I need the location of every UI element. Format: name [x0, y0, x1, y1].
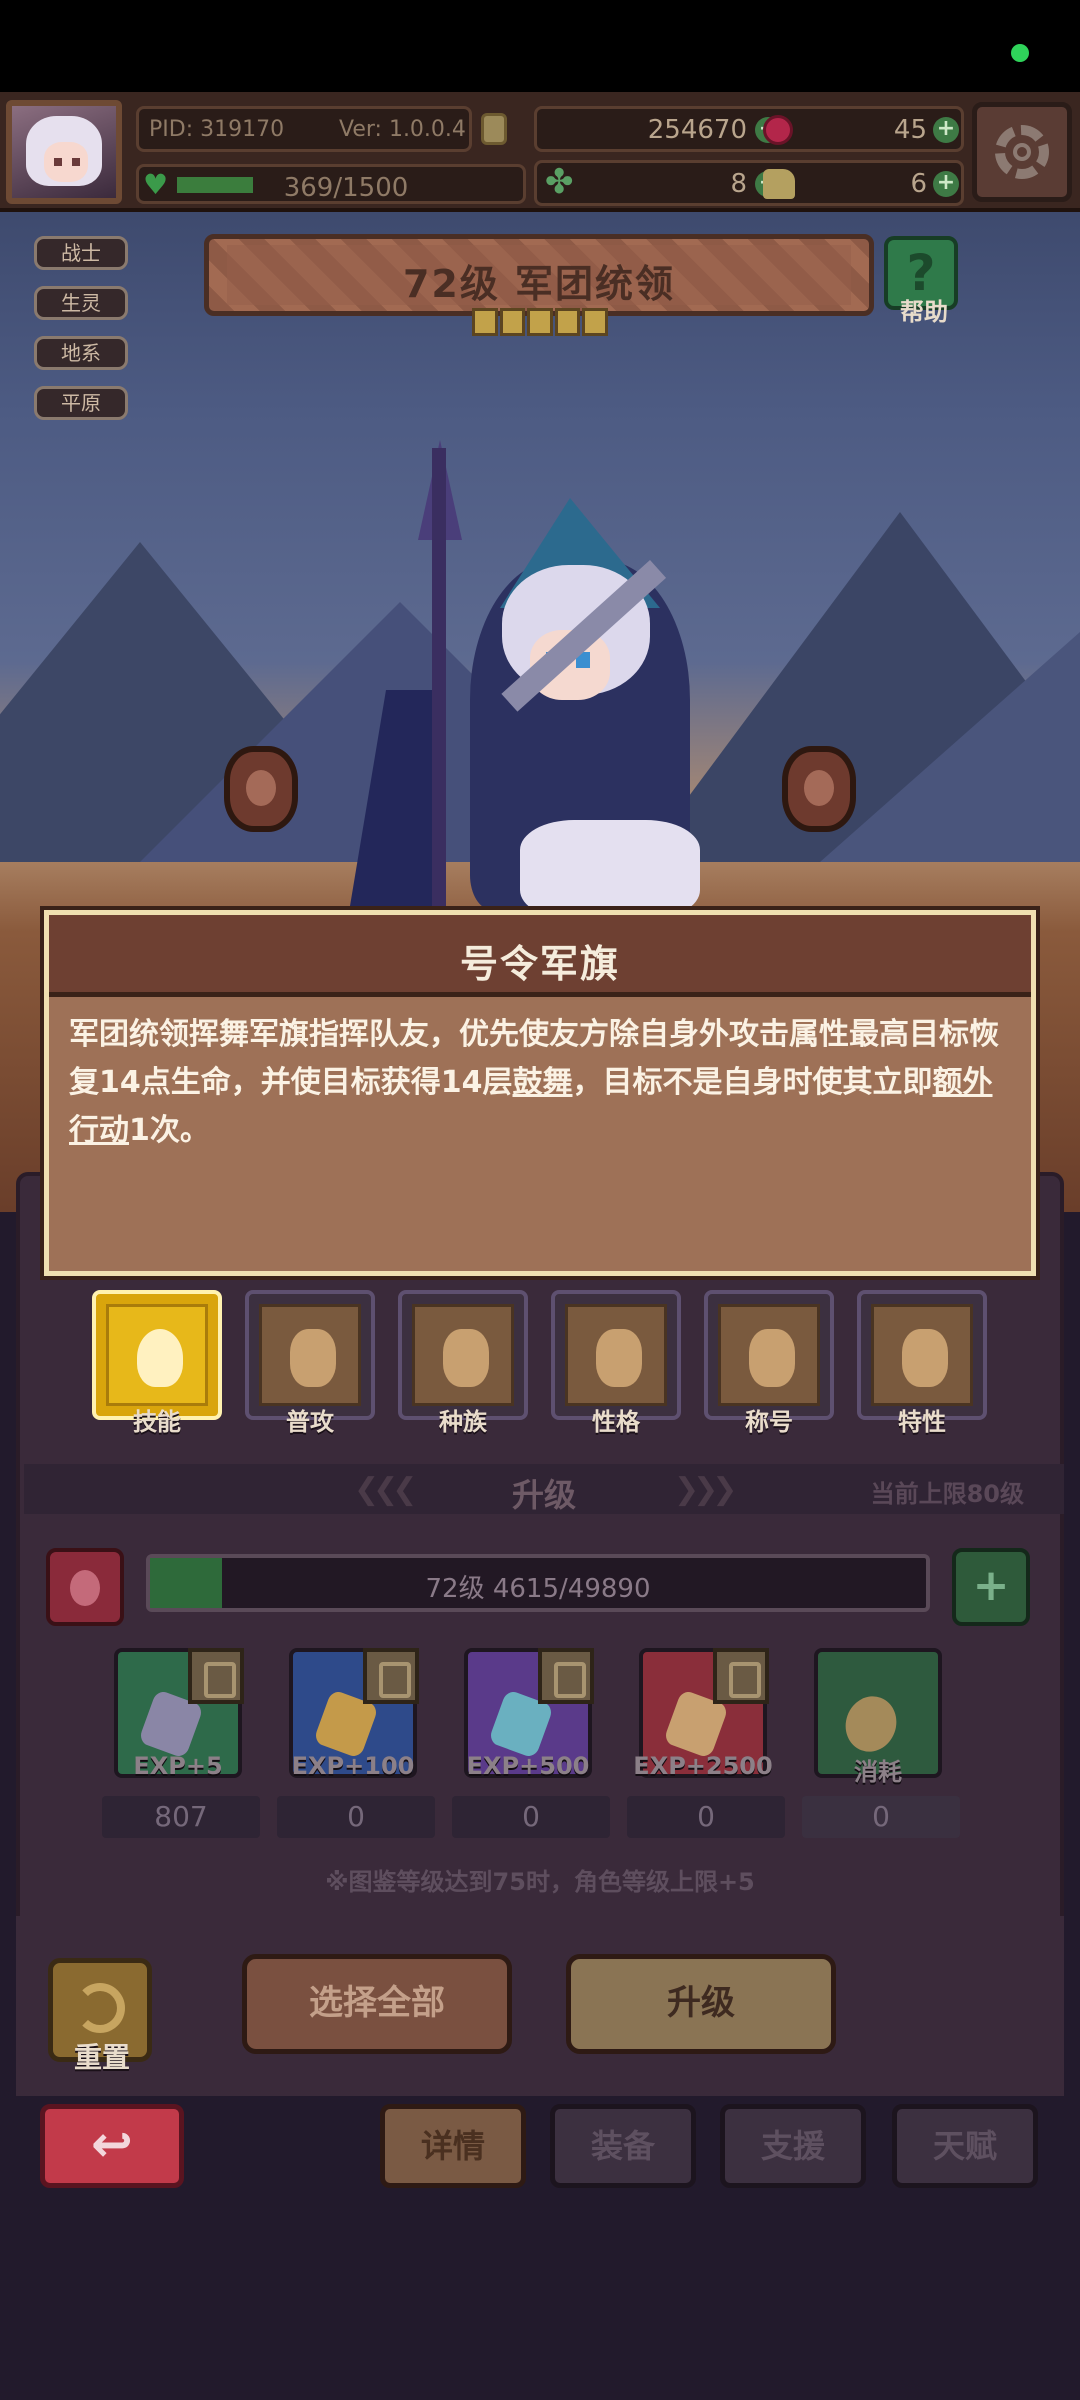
upgrade-section-header: ❮❮❮ 升级 ❯❯❯ 当前上限80级 — [24, 1464, 1064, 1514]
character-mount — [520, 820, 700, 920]
skill-desc-text: 1次。 — [129, 1113, 210, 1148]
sword-icon — [290, 1329, 336, 1387]
star-icon — [527, 308, 553, 336]
pid-text: PID: 319170 — [149, 117, 285, 142]
tab-trait[interactable]: 特性 — [857, 1290, 987, 1436]
reset-label: 重置 — [73, 2041, 130, 2074]
nav-equipment[interactable]: 装备 — [550, 2104, 696, 2188]
currency-panel-bottom: ✤ 8 + 6 + — [534, 160, 964, 206]
refresh-icon — [75, 1983, 125, 2033]
select-all-button[interactable]: 选择全部 — [242, 1954, 512, 2054]
hand-token-amount: 6 — [910, 169, 927, 199]
tab-title[interactable]: 称号 — [704, 1290, 834, 1436]
skill-popup: 号令军旗 军团统领挥舞军旗指挥队友，优先使友方除自身外攻击属性最高目标恢复14点… — [44, 910, 1036, 1276]
nav-talent[interactable]: 天赋 — [892, 2104, 1038, 2188]
upgrade-button[interactable]: 升级 — [566, 1954, 836, 2054]
item-count: 0 — [452, 1796, 610, 1838]
add-hand-token-icon[interactable]: + — [933, 171, 959, 197]
version-text: Ver: 1.0.0.4 — [339, 117, 466, 142]
add-gem-icon[interactable]: + — [933, 117, 959, 143]
decrease-exp-button[interactable] — [46, 1548, 124, 1626]
level-cap-text: 当前上限80级 — [870, 1480, 1024, 1508]
back-button[interactable]: ↩ — [40, 2104, 184, 2188]
star-icon — [554, 308, 581, 336]
clover-icon: ✤ — [545, 162, 574, 202]
star-icon — [499, 308, 526, 336]
hand-token-icon — [763, 169, 795, 199]
nav-details[interactable]: 详情 — [380, 2104, 526, 2188]
tab-label: 种族 — [439, 1408, 487, 1436]
tab-label: 普攻 — [286, 1408, 334, 1436]
item-count: 0 — [277, 1796, 435, 1838]
item-count: 807 — [102, 1796, 260, 1838]
level-cap-note: ※图鉴等级达到75时，角色等级上限+5 — [325, 1868, 755, 1896]
item-count: 0 — [802, 1796, 960, 1838]
character-spear — [432, 448, 446, 918]
skill-description: 军团统领挥舞军旗指挥队友，优先使友方除自身外攻击属性最高目标恢复14点生命，并使… — [69, 1011, 1019, 1155]
player-avatar[interactable] — [6, 100, 122, 204]
wing-icon — [902, 1329, 948, 1387]
item-badge — [713, 1648, 769, 1704]
status-bar — [0, 0, 1080, 92]
horseshoe-icon — [443, 1329, 489, 1387]
settings-button[interactable] — [972, 102, 1072, 202]
tag-race[interactable]: 生灵 — [34, 286, 128, 320]
tab-label: 特性 — [898, 1408, 946, 1436]
tab-skill[interactable]: 技能 — [92, 1290, 222, 1436]
item-label: EXP+100 — [291, 1752, 415, 1780]
item-badge — [538, 1648, 594, 1704]
item-badge — [188, 1648, 244, 1704]
keyword-link-inspire[interactable]: 鼓舞 — [513, 1065, 573, 1100]
tag-element[interactable]: 地系 — [34, 336, 128, 370]
tab-label: 称号 — [745, 1408, 793, 1436]
action-bar — [16, 1916, 1064, 2096]
heart-shield-icon — [137, 1329, 183, 1387]
chevron-right-icon: ❯❯❯ — [674, 1472, 737, 1507]
gem-icon — [763, 115, 793, 145]
clover-amount: 8 — [730, 169, 747, 199]
exp-items: EXP+5 807 EXP+100 0 EXP+500 0 EXP+2500 0… — [102, 1648, 968, 1838]
gold-amount: 254670 — [647, 115, 747, 145]
tab-race[interactable]: 种族 — [398, 1290, 528, 1436]
star-icon — [472, 308, 498, 336]
item-label: EXP+2500 — [633, 1752, 773, 1780]
currency-panel-top: 254670 + 45 + — [534, 106, 964, 152]
tag-class[interactable]: 战士 — [34, 236, 128, 270]
exp-bar: 72级 4615/49890 — [146, 1554, 930, 1612]
skill-title: 号令军旗 — [459, 942, 620, 986]
head-icon — [596, 1329, 642, 1387]
tab-personality[interactable]: 性格 — [551, 1290, 681, 1436]
item-count: 0 — [627, 1796, 785, 1838]
pid-version-panel: PID: 319170 Ver: 1.0.0.4 — [136, 106, 507, 152]
item-badge — [363, 1648, 419, 1704]
item-label: EXP+5 — [133, 1752, 223, 1780]
prev-character-button[interactable] — [224, 746, 298, 832]
star-icon — [582, 308, 608, 336]
tag-terrain[interactable]: 平原 — [34, 386, 128, 420]
bust-icon — [749, 1329, 795, 1387]
status-indicator-dot — [1011, 44, 1029, 62]
skill-popup-header: 号令军旗 — [49, 915, 1031, 997]
token-icon — [481, 113, 507, 145]
stamina-text: 369/1500 — [283, 173, 409, 203]
item-label: 消耗 — [854, 1758, 902, 1786]
item-label: EXP+500 — [466, 1752, 590, 1780]
character-title: 72级 军团统领 — [402, 262, 676, 306]
skill-desc-text: ，目标不是自身时使其立即 — [572, 1065, 933, 1100]
stamina-bar: ♥ 369/1500 — [136, 164, 526, 204]
increase-exp-button[interactable]: + — [952, 1548, 1030, 1626]
character-title-plate: 72级 军团统领 — [204, 234, 874, 316]
detail-tab-row: 技能 普攻 种族 性格 称号 特性 — [92, 1290, 992, 1436]
gem-amount: 45 — [893, 115, 927, 145]
exp-row: 72级 4615/49890 + — [46, 1548, 1046, 1628]
tab-basic-attack[interactable]: 普攻 — [245, 1290, 375, 1436]
next-character-button[interactable] — [782, 746, 856, 832]
exp-text: 72级 4615/49890 — [425, 1574, 651, 1604]
tab-label: 性格 — [592, 1408, 640, 1436]
star-rating — [472, 308, 608, 340]
help-label: 帮助 — [900, 298, 948, 326]
tab-label: 技能 — [133, 1408, 181, 1436]
nav-support[interactable]: 支援 — [720, 2104, 866, 2188]
bottom-nav: ↩ 详情 装备 支援 天赋 — [0, 2100, 1080, 2190]
